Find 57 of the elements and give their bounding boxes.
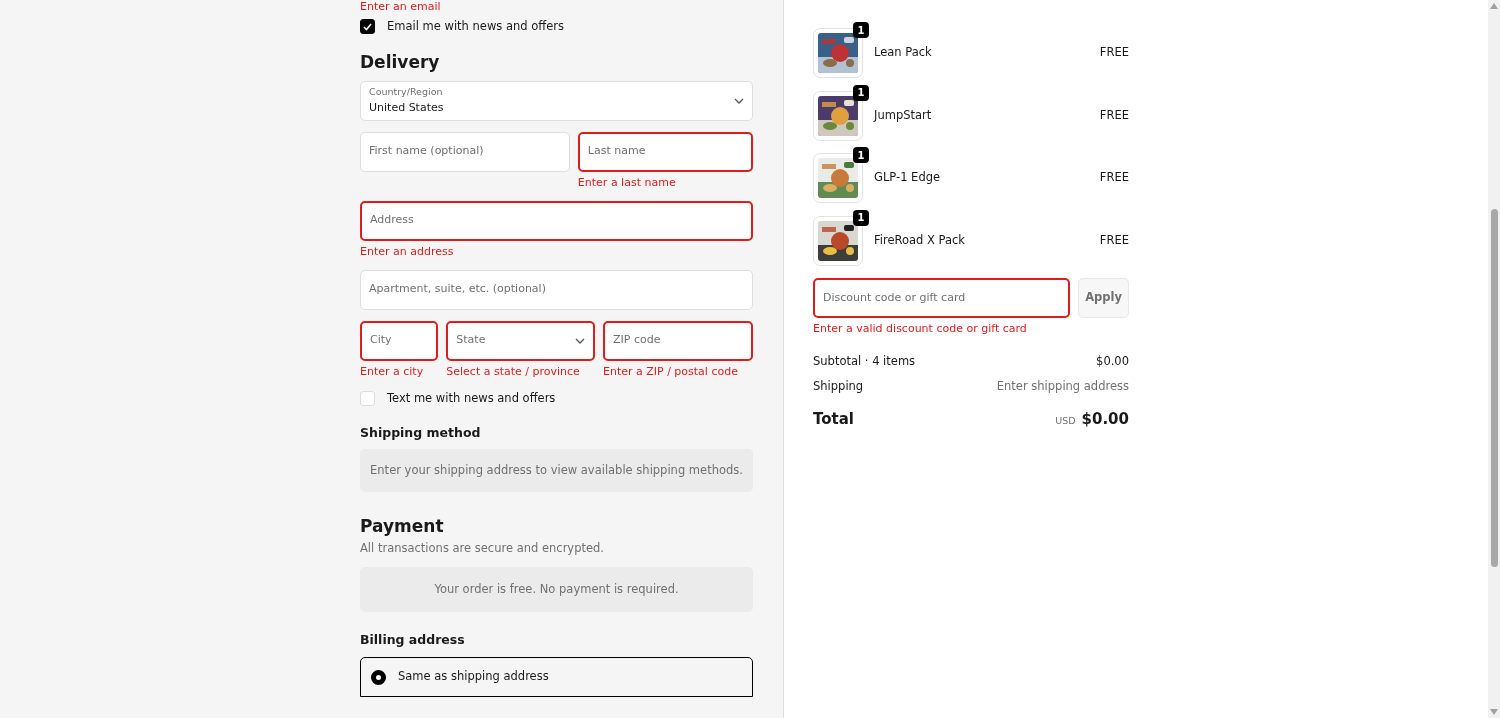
error-message: Enter a city [360, 364, 425, 379]
chevron-down-icon [734, 97, 744, 104]
error-message: Enter a ZIP / postal code [602, 364, 739, 379]
scroll-up-icon[interactable] [1490, 3, 1498, 9]
summary-value: Enter shipping address [996, 378, 1129, 396]
product-name: Lean Pack [874, 44, 933, 62]
quantity-badge: 1 [853, 22, 869, 38]
summary-label: Subtotal · 4 items [813, 353, 916, 370]
discount-field[interactable]: Discount code or gift card [813, 278, 1071, 318]
input-field[interactable]: Last name [577, 131, 753, 172]
error-message: Enter an email [360, 0, 442, 14]
radio-button[interactable] [371, 669, 386, 685]
product-price: FREE [1099, 106, 1129, 124]
input-field[interactable]: Address [360, 200, 753, 241]
info-notice: Enter your shipping address to view available shipping methods. [360, 448, 753, 493]
input-field[interactable]: ZIP code [602, 320, 753, 361]
input-field[interactable]: City [360, 320, 439, 361]
product-price: FREE [1099, 169, 1129, 187]
apply-button[interactable]: Apply [1078, 278, 1129, 318]
scroll-down-icon[interactable] [1490, 709, 1498, 715]
summary-label: Shipping [813, 378, 864, 396]
quantity-badge: 1 [853, 147, 869, 163]
input-field[interactable]: Apartment, suite, etc. (optional) [360, 269, 753, 310]
error-message: Enter a valid discount code or gift card [813, 322, 1028, 336]
total-label: Total [813, 408, 854, 430]
error-message: Enter a last name [577, 175, 677, 190]
section-heading: Shipping method [360, 424, 482, 440]
total-amount: $0.00 [1081, 409, 1129, 428]
product-name: JumpStart [874, 106, 933, 124]
checkbox-label: Email me with news and offers [387, 18, 564, 35]
select-field[interactable]: Country/Region United States [360, 80, 753, 121]
check-icon [363, 22, 372, 31]
field-label: Country/Region [369, 85, 444, 100]
chevron-down-icon [574, 337, 585, 344]
error-message: Enter an address [360, 244, 455, 259]
section-heading: Billing address [360, 632, 466, 648]
section-heading: Delivery [360, 52, 441, 73]
product-price: FREE [1099, 44, 1129, 62]
scrollbar-thumb[interactable] [1490, 209, 1498, 567]
select-field[interactable]: State [446, 320, 595, 361]
quantity-badge: 1 [853, 209, 869, 226]
input-field[interactable]: First name (optional) [360, 131, 570, 172]
checkbox-label: Text me with news and offers [387, 389, 556, 407]
product-name: GLP-1 Edge [874, 169, 942, 187]
product-price: FREE [1099, 231, 1129, 249]
info-notice: Your order is free. No payment is required. [360, 566, 753, 613]
radio-option[interactable]: Same as shipping address [360, 657, 753, 698]
checkbox[interactable] [360, 19, 375, 35]
currency-code: USD [1055, 414, 1076, 426]
quantity-badge: 1 [853, 84, 869, 101]
placeholder: State [456, 332, 486, 349]
error-message: Select a state / province [446, 364, 581, 379]
section-heading: Payment [360, 516, 445, 537]
summary-value: $0.00 [1096, 353, 1129, 370]
section-subtitle: All transactions are secure and encrypted. [360, 539, 605, 557]
field-value: United States [369, 99, 444, 116]
product-name: FireRoad X Pack [874, 231, 967, 249]
